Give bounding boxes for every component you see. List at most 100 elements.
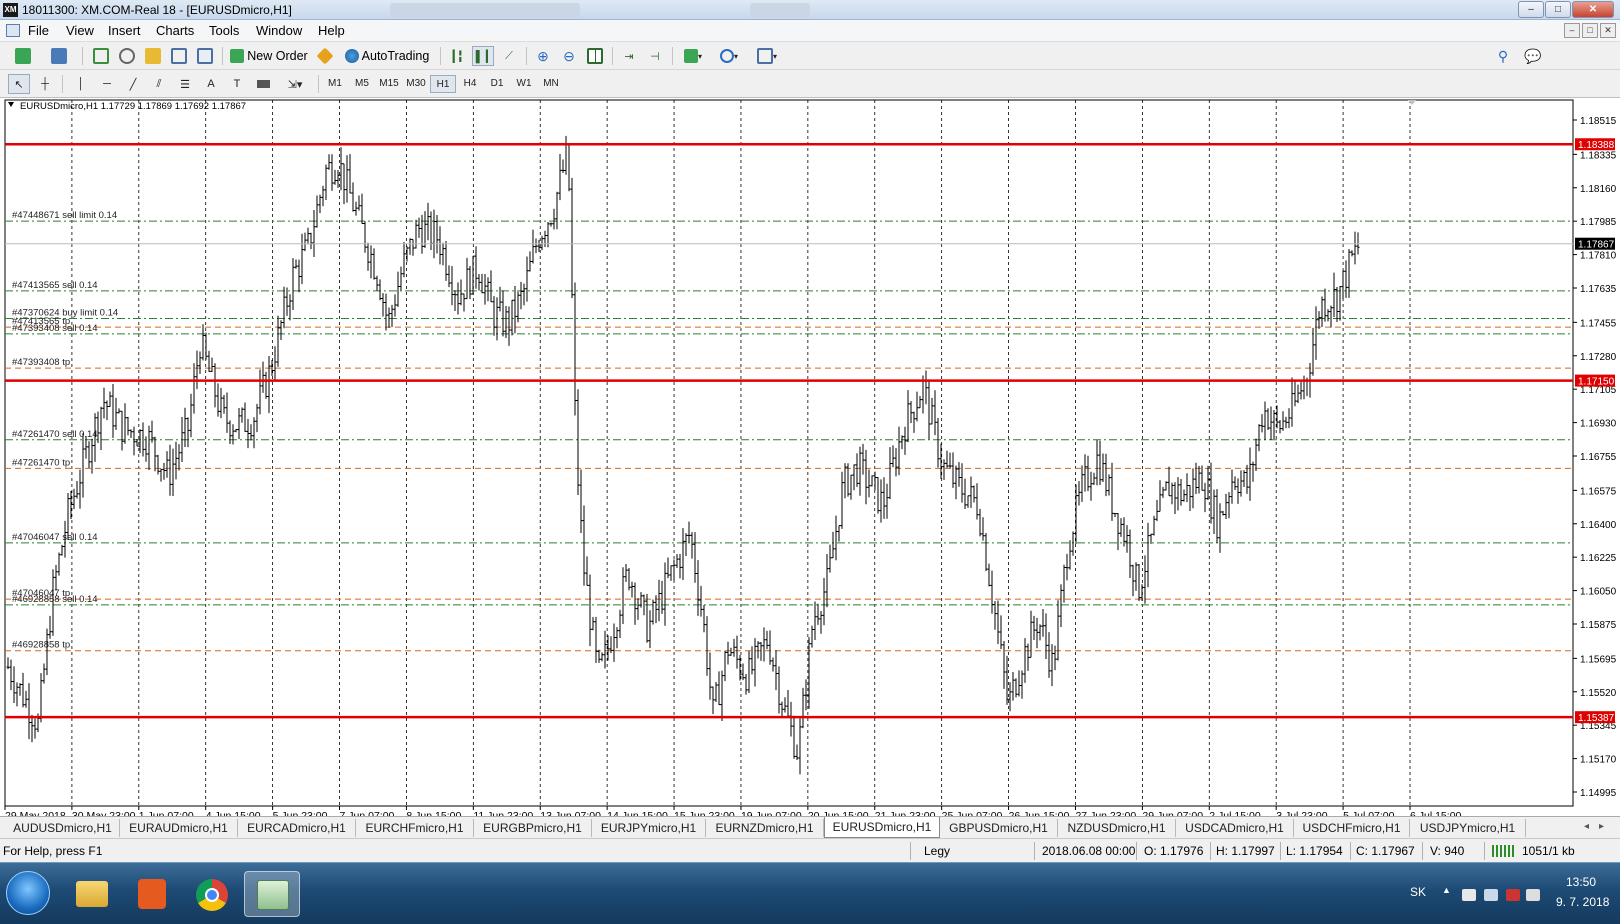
- tab-eurjpy[interactable]: EURJPYmicro,H1: [592, 819, 706, 837]
- tab-nzdusd[interactable]: NZDUSDmicro,H1: [1058, 819, 1176, 837]
- mdi-controls: – □ ✕: [1564, 23, 1616, 38]
- tab-eurchf[interactable]: EURCHFmicro,H1: [356, 819, 474, 837]
- timeframe-d1[interactable]: D1: [484, 75, 510, 93]
- media-player-icon: [138, 879, 166, 909]
- tab-gbpusd[interactable]: GBPUSDmicro,H1: [940, 819, 1058, 837]
- new-chart-button[interactable]: [8, 46, 38, 66]
- profiles-button[interactable]: [44, 46, 74, 66]
- minimize-button[interactable]: –: [1518, 1, 1544, 18]
- templates-button[interactable]: ▾: [750, 46, 784, 66]
- metatrader-icon: [257, 880, 289, 910]
- timeframe-m15[interactable]: M15: [376, 75, 402, 93]
- timeframe-h1[interactable]: H1: [430, 75, 456, 93]
- timeframe-m30[interactable]: M30: [403, 75, 429, 93]
- terminal-button[interactable]: [168, 46, 190, 66]
- blurred-window-tab[interactable]: [390, 3, 580, 17]
- clock-date[interactable]: 9. 7. 2018: [1556, 895, 1609, 909]
- line-chart-button[interactable]: ⟋: [498, 46, 520, 66]
- text-tool[interactable]: A: [200, 74, 222, 94]
- y-tick-label: 1.17280: [1580, 352, 1617, 363]
- timeframe-m5[interactable]: M5: [349, 75, 375, 93]
- crosshair-tool[interactable]: ┼: [34, 74, 56, 94]
- mdi-restore-button[interactable]: □: [1582, 23, 1598, 38]
- timeframe-w1[interactable]: W1: [511, 75, 537, 93]
- security-alert-icon[interactable]: [1506, 889, 1520, 901]
- chart-canvas[interactable]: 29 May 2018 30 May 23:00 1 Jun 07:00 4 Jun …: [0, 98, 1620, 816]
- menu-file[interactable]: File: [28, 23, 49, 38]
- tester-icon: [197, 48, 213, 64]
- menu-insert[interactable]: Insert: [108, 23, 141, 38]
- plot-frame: [4, 99, 1574, 807]
- tab-audusd[interactable]: AUDUSDmicro,H1: [6, 819, 120, 837]
- timeframe-h4[interactable]: H4: [457, 75, 483, 93]
- tab-usdchf[interactable]: USDCHFmicro,H1: [1294, 819, 1410, 837]
- mdi-close-button[interactable]: ✕: [1600, 23, 1616, 38]
- clock-time[interactable]: 13:50: [1566, 875, 1596, 889]
- media-player-taskbar-button[interactable]: [124, 871, 180, 917]
- chat-button[interactable]: 💬: [1520, 46, 1546, 66]
- menu-help[interactable]: Help: [318, 23, 345, 38]
- zoom-in-icon: ⊕: [537, 47, 549, 64]
- bar-chart-button[interactable]: ┃╏: [446, 46, 468, 66]
- keyboard-language[interactable]: SK: [1410, 885, 1426, 899]
- equidistant-channel-tool[interactable]: ⫽: [148, 74, 170, 94]
- tile-windows-button[interactable]: [584, 46, 606, 66]
- tab-scroll-arrows[interactable]: ◂▸: [1584, 821, 1614, 832]
- zoom-in-button[interactable]: ⊕: [532, 46, 554, 66]
- metaeditor-button[interactable]: [314, 46, 336, 66]
- close-button[interactable]: ✕: [1572, 1, 1614, 18]
- timeframe-mn[interactable]: MN: [538, 75, 564, 93]
- bar-datetime: 2018.06.08 00:00: [1042, 844, 1136, 858]
- zoom-out-button[interactable]: ⊖: [558, 46, 580, 66]
- search-button[interactable]: ⚲: [1492, 46, 1514, 66]
- vertical-line-tool[interactable]: │: [70, 74, 92, 94]
- auto-scroll-button[interactable]: ⇥: [618, 46, 640, 66]
- flag-icon[interactable]: [1462, 889, 1476, 901]
- y-tick-label: 1.17455: [1580, 318, 1617, 329]
- autotrading-button[interactable]: AutoTrading: [340, 46, 434, 66]
- tab-eurcad[interactable]: EURCADmicro,H1: [238, 819, 356, 837]
- price-chart[interactable]: 29 May 2018 30 May 23:00 1 Jun 07:00 4 Jun …: [0, 98, 1620, 816]
- rectangle-tool[interactable]: [252, 74, 274, 94]
- chrome-taskbar-button[interactable]: [184, 871, 240, 917]
- order-label: #47046047 sell 0.14: [12, 532, 98, 543]
- tab-eurnzd[interactable]: EURNZDmicro,H1: [706, 819, 824, 837]
- network-icon[interactable]: [1484, 889, 1498, 901]
- zoom-out-icon: ⊖: [563, 47, 575, 64]
- tab-eurgbp[interactable]: EURGBPmicro,H1: [474, 819, 592, 837]
- timeframe-m1[interactable]: M1: [322, 75, 348, 93]
- arrows-tool[interactable]: ⇲▾: [278, 74, 312, 94]
- mdi-minimize-button[interactable]: –: [1564, 23, 1580, 38]
- profile-name: Legy: [924, 844, 951, 858]
- text-label-tool[interactable]: T: [226, 74, 248, 94]
- tab-eurusd[interactable]: EURUSDmicro,H1: [824, 817, 940, 838]
- market-watch-button[interactable]: [90, 46, 112, 66]
- chart-shift-button[interactable]: ⊣: [644, 46, 666, 66]
- tab-usdcad[interactable]: USDCADmicro,H1: [1176, 819, 1294, 837]
- menu-view[interactable]: View: [66, 23, 94, 38]
- tray-expand-arrow[interactable]: ▲: [1442, 885, 1451, 895]
- tab-usdjpy[interactable]: USDJPYmicro,H1: [1410, 819, 1526, 837]
- new-order-button[interactable]: New Order: [228, 46, 310, 66]
- menu-window[interactable]: Window: [256, 23, 302, 38]
- candlestick-button[interactable]: ▌┃: [472, 46, 494, 66]
- fibonacci-tool[interactable]: ☰: [174, 74, 196, 94]
- menu-charts[interactable]: Charts: [156, 23, 194, 38]
- tester-button[interactable]: [194, 46, 216, 66]
- horizontal-line-tool[interactable]: ─: [96, 74, 118, 94]
- cursor-tool[interactable]: ↖: [8, 74, 30, 94]
- periods-button[interactable]: ▾: [714, 46, 744, 66]
- tab-euraud[interactable]: EURAUDmicro,H1: [120, 819, 238, 837]
- start-button[interactable]: [6, 871, 50, 915]
- maximize-button[interactable]: □: [1545, 1, 1571, 18]
- explorer-taskbar-button[interactable]: [64, 871, 120, 917]
- chart-window-icon[interactable]: [6, 24, 20, 37]
- indicators-button[interactable]: ▾: [678, 46, 708, 66]
- data-window-button[interactable]: [116, 46, 138, 66]
- trendline-tool[interactable]: ╱: [122, 74, 144, 94]
- menu-tools[interactable]: Tools: [209, 23, 239, 38]
- navigator-button[interactable]: [142, 46, 164, 66]
- volume-icon[interactable]: [1526, 889, 1540, 901]
- blurred-window-tab[interactable]: [750, 3, 810, 17]
- metatrader-taskbar-button[interactable]: [244, 871, 300, 917]
